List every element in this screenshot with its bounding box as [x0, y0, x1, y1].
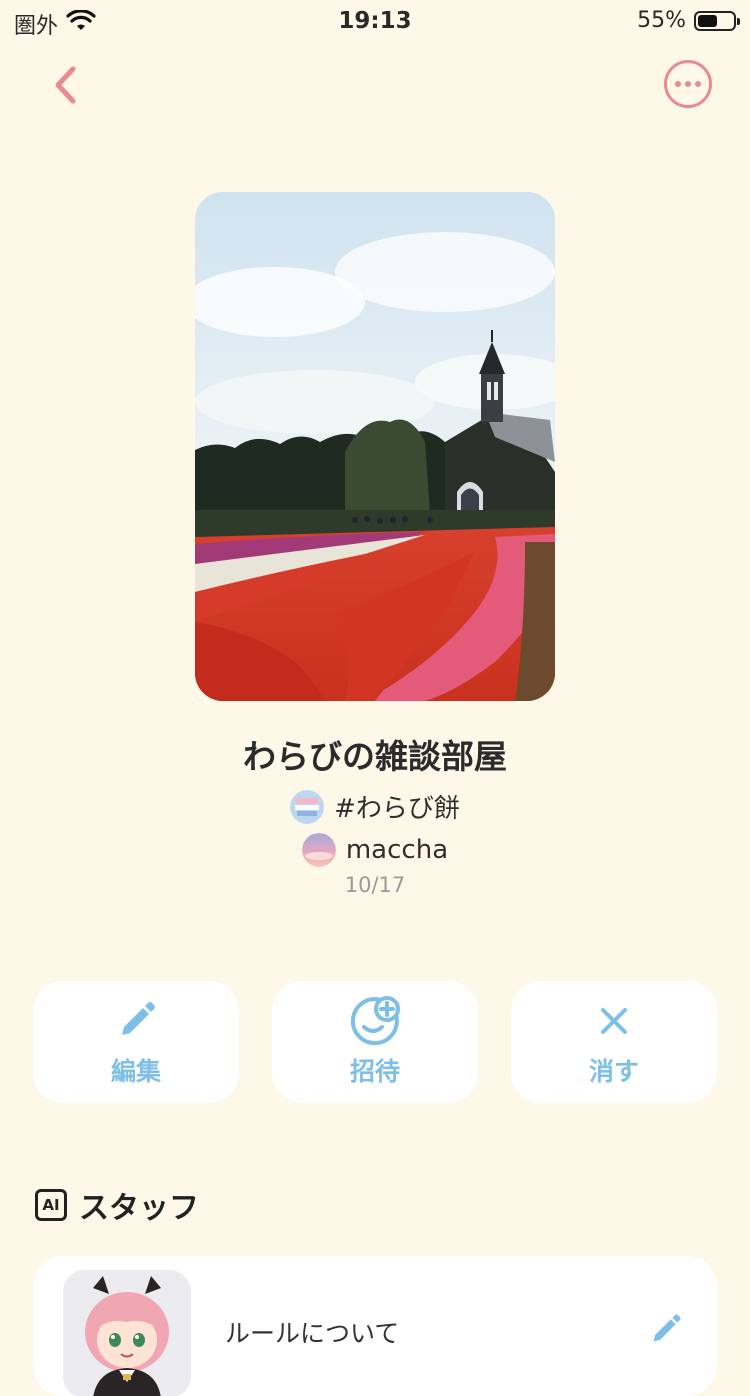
owner-avatar [301, 833, 336, 867]
ai-badge-icon: AI [35, 1189, 67, 1221]
more-button[interactable] [664, 60, 712, 108]
pencil-icon [653, 1314, 681, 1342]
close-icon [597, 996, 631, 1046]
room-cover-image [195, 192, 555, 701]
room-date: 10/17 [344, 873, 406, 897]
status-right: 55% [637, 8, 740, 33]
hashtag-avatar [290, 789, 325, 824]
edit-button[interactable]: 編集 [33, 981, 239, 1103]
hashtag-row[interactable]: #わらび餅 [0, 788, 750, 825]
add-face-icon [349, 996, 401, 1046]
delete-label: 消す [588, 1057, 639, 1086]
more-horizontal-icon [675, 81, 701, 87]
delete-button[interactable]: 消す [511, 981, 717, 1103]
edit-label: 編集 [110, 1057, 161, 1086]
battery-percent: 55% [637, 8, 686, 33]
action-buttons: 編集 招待 消す [33, 981, 717, 1103]
staff-section-title: スタッフ [79, 1191, 199, 1226]
staff-card[interactable]: ルールについて [33, 1256, 717, 1396]
chevron-left-icon [55, 66, 76, 104]
invite-label: 招待 [349, 1057, 400, 1086]
status-bar: 圏外 19:13 55% [0, 0, 750, 44]
staff-avatar [63, 1270, 191, 1396]
staff-section-header: AI スタッフ [35, 1183, 199, 1227]
hashtag-label: #わらび餅 [334, 794, 460, 824]
owner-name: maccha [345, 835, 449, 865]
pencil-icon [114, 996, 158, 1046]
invite-button[interactable]: 招待 [272, 981, 478, 1103]
room-title: わらびの雑談部屋 [243, 737, 507, 776]
battery-icon [694, 10, 740, 31]
staff-item-text: ルールについて [225, 1319, 400, 1348]
staff-edit-button[interactable] [647, 1312, 683, 1352]
back-button[interactable] [40, 60, 90, 110]
owner-row[interactable]: maccha [0, 833, 750, 867]
